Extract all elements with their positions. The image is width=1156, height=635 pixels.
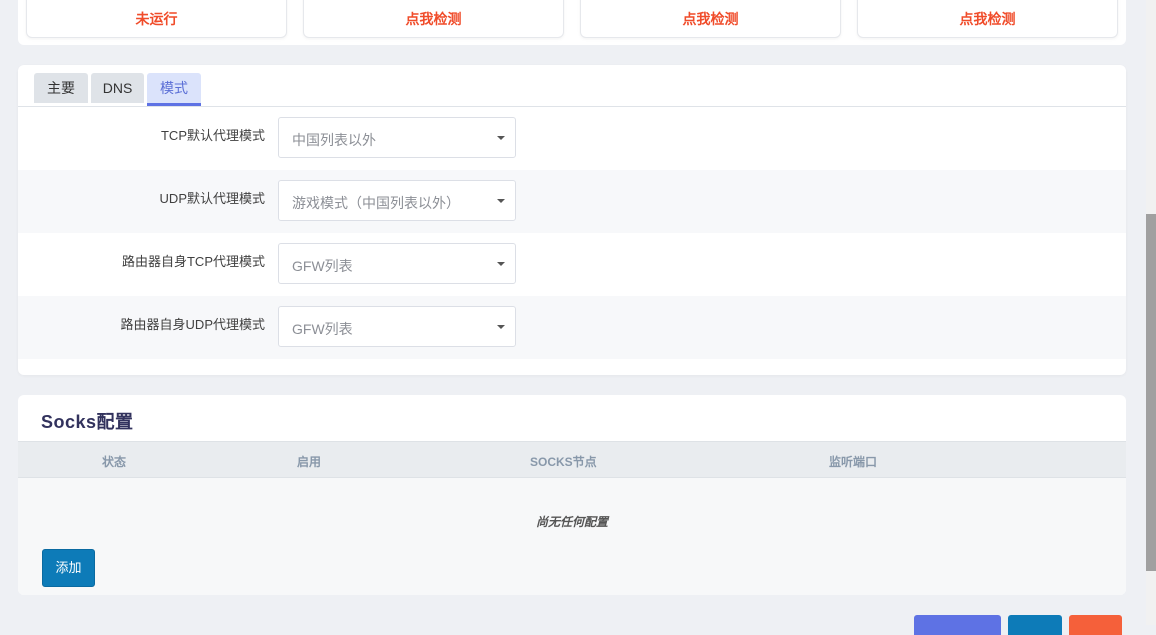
select-value: 游戏模式（中国列表以外） xyxy=(292,195,460,211)
status-card-check-3[interactable]: 点我检测 xyxy=(857,0,1118,38)
save-apply-button[interactable] xyxy=(914,615,1001,635)
status-card-label[interactable]: 点我检测 xyxy=(858,9,1117,29)
router-udp-mode-label: 路由器自身UDP代理模式 xyxy=(120,317,265,332)
form-row-udp-default-mode: UDP默认代理模式 游戏模式（中国列表以外） xyxy=(18,170,1126,233)
section-title: Socks配置 xyxy=(41,412,134,432)
status-card-running: 未运行 xyxy=(26,0,287,38)
router-tcp-mode-select[interactable]: GFW列表 xyxy=(278,243,516,284)
router-tcp-mode-label: 路由器自身TCP代理模式 xyxy=(121,254,265,269)
empty-table-message: 尚无任何配置 xyxy=(535,515,608,529)
add-button[interactable]: 添加 xyxy=(42,549,95,587)
dropdown-caret-icon xyxy=(497,325,505,329)
udp-default-mode-select[interactable]: 游戏模式（中国列表以外） xyxy=(278,180,516,221)
tab-mode[interactable]: 模式 xyxy=(147,73,201,106)
form-row-router-udp-mode: 路由器自身UDP代理模式 GFW列表 xyxy=(18,296,1126,359)
status-card-label: 未运行 xyxy=(135,11,178,27)
socks-config-panel: Socks配置 状态 启用 SOCKS节点 监听端口 尚无任何配置 添加 xyxy=(18,395,1126,595)
select-value: GFW列表 xyxy=(292,258,353,274)
udp-default-mode-label: UDP默认代理模式 xyxy=(159,191,265,206)
status-card-check-2[interactable]: 点我检测 xyxy=(580,0,841,38)
select-value: GFW列表 xyxy=(292,321,353,337)
mode-settings-panel: 主要 DNS 模式 TCP默认代理模式 中国列表以外 UDP默认代理模式 游戏模… xyxy=(18,65,1126,375)
dropdown-caret-icon xyxy=(497,262,505,266)
status-card-label[interactable]: 点我检测 xyxy=(581,9,840,29)
status-card-check-1[interactable]: 点我检测 xyxy=(303,0,564,38)
dropdown-caret-icon xyxy=(497,199,505,203)
dropdown-caret-icon xyxy=(497,136,505,140)
column-header-status: 状态 xyxy=(102,455,127,469)
form-row-tcp-default-mode: TCP默认代理模式 中国列表以外 xyxy=(18,107,1126,170)
column-header-socks-node: SOCKS节点 xyxy=(530,455,597,469)
form-row-router-tcp-mode: 路由器自身TCP代理模式 GFW列表 xyxy=(18,233,1126,296)
tcp-default-mode-select[interactable]: 中国列表以外 xyxy=(278,117,516,158)
status-card-label[interactable]: 点我检测 xyxy=(304,9,563,29)
column-header-enabled: 启用 xyxy=(297,455,322,469)
scrollbar-thumb[interactable] xyxy=(1146,214,1156,571)
tcp-default-mode-label: TCP默认代理模式 xyxy=(160,128,265,143)
router-udp-mode-select[interactable]: GFW列表 xyxy=(278,306,516,347)
tab-main[interactable]: 主要 xyxy=(34,73,88,103)
column-header-listen-port: 监听端口 xyxy=(829,455,878,469)
save-button[interactable] xyxy=(1008,615,1062,635)
select-value: 中国列表以外 xyxy=(292,132,376,148)
reset-button[interactable] xyxy=(1069,615,1122,635)
tab-dns[interactable]: DNS xyxy=(91,73,144,103)
table-body: 尚无任何配置 添加 xyxy=(18,478,1126,595)
table-header: 状态 启用 SOCKS节点 监听端口 xyxy=(18,441,1126,478)
